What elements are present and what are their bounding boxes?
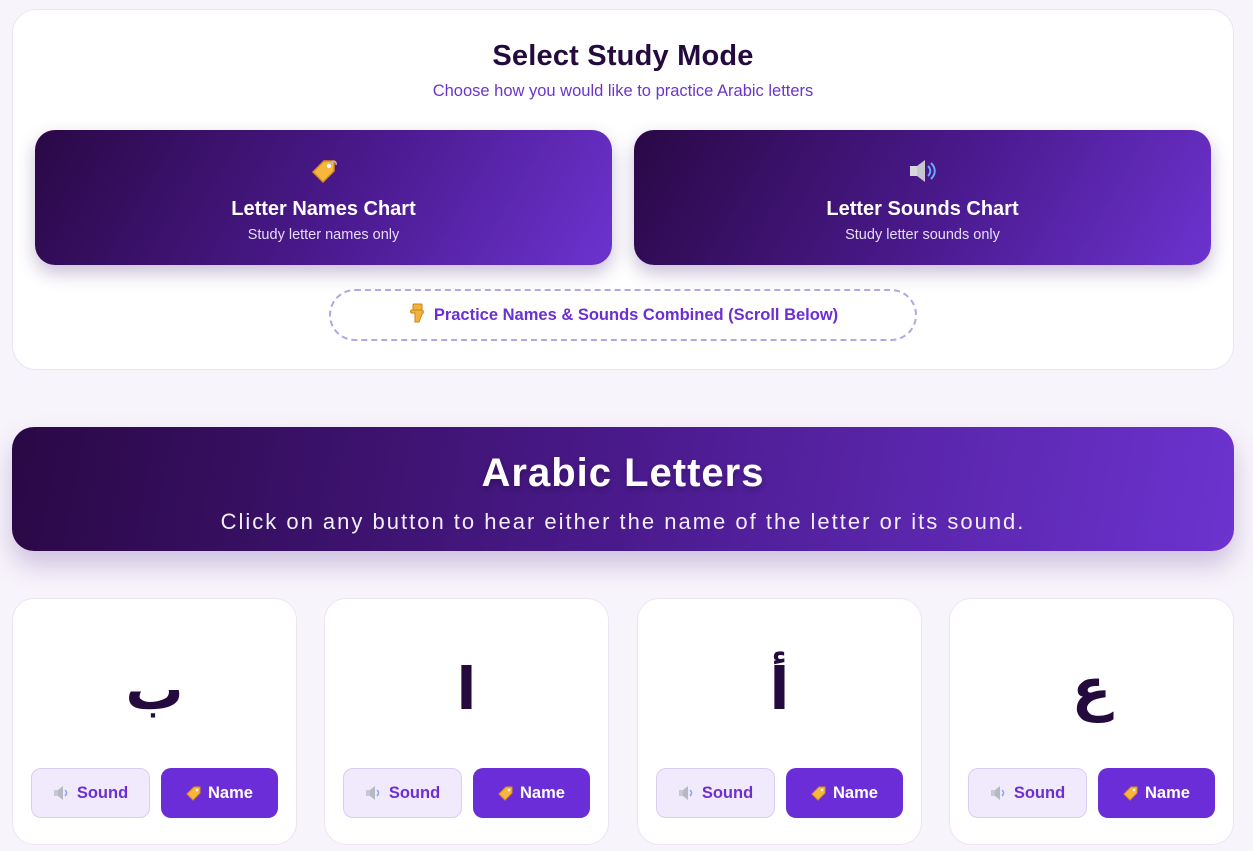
letter-card: ب Sound Name (12, 598, 297, 845)
letter-names-chart-description: Study letter names only (247, 227, 400, 243)
name-button[interactable]: Name (1098, 768, 1215, 818)
sound-button-label: Sound (1013, 783, 1066, 802)
name-button[interactable]: Name (786, 768, 903, 818)
tag-icon (1123, 785, 1139, 801)
name-button-label: Name (208, 783, 253, 802)
hero-title: Arabic Letters (481, 451, 765, 495)
letter-sounds-chart-description: Study letter sounds only (845, 227, 1000, 243)
practice-combined-label: Practice Names & Sounds Combined (Scroll… (433, 305, 839, 324)
tag-icon (35, 156, 612, 186)
letter-names-chart-button[interactable]: Letter Names Chart Study letter names on… (35, 130, 612, 265)
speaker-icon (365, 785, 383, 801)
sound-button-label: Sound (76, 783, 129, 802)
name-button[interactable]: Name (161, 768, 278, 818)
sound-button[interactable]: Sound (968, 768, 1087, 818)
letter-glyph: ب (125, 655, 184, 723)
name-button-label: Name (520, 783, 565, 802)
sound-button[interactable]: Sound (31, 768, 150, 818)
sound-button-label: Sound (388, 783, 441, 802)
speaker-icon (53, 785, 71, 801)
letter-card: ع Sound Name (949, 598, 1234, 845)
letter-glyph: ا (456, 655, 477, 723)
letter-card: ا Sound Name (324, 598, 609, 845)
letter-card: أ Sound Name (637, 598, 922, 845)
study-mode-title: Select Study Mode (492, 40, 754, 72)
pointing-down-hand-icon (408, 303, 426, 328)
study-mode-panel: Select Study Mode Choose how you would l… (12, 9, 1234, 370)
name-button-label: Name (1145, 783, 1190, 802)
tag-icon (498, 785, 514, 801)
sound-button[interactable]: Sound (343, 768, 462, 818)
practice-combined-button[interactable]: Practice Names & Sounds Combined (Scroll… (329, 289, 917, 341)
study-mode-subtitle: Choose how you would like to practice Ar… (432, 82, 814, 100)
hero-banner: Arabic Letters Click on any button to he… (12, 427, 1234, 551)
speaker-icon (678, 785, 696, 801)
letter-names-chart-title: Letter Names Chart (231, 198, 416, 220)
speaker-icon (990, 785, 1008, 801)
tag-icon (811, 785, 827, 801)
letter-glyph: ع (1071, 655, 1112, 723)
letter-sounds-chart-button[interactable]: Letter Sounds Chart Study letter sounds … (634, 130, 1211, 265)
tag-icon (186, 785, 202, 801)
speaker-icon (634, 156, 1211, 186)
hero-subtitle: Click on any button to hear either the n… (220, 509, 1026, 534)
name-button-label: Name (833, 783, 878, 802)
letter-glyph: أ (769, 655, 790, 723)
sound-button[interactable]: Sound (656, 768, 775, 818)
sound-button-label: Sound (701, 783, 754, 802)
name-button[interactable]: Name (473, 768, 590, 818)
letter-sounds-chart-title: Letter Sounds Chart (826, 198, 1019, 220)
